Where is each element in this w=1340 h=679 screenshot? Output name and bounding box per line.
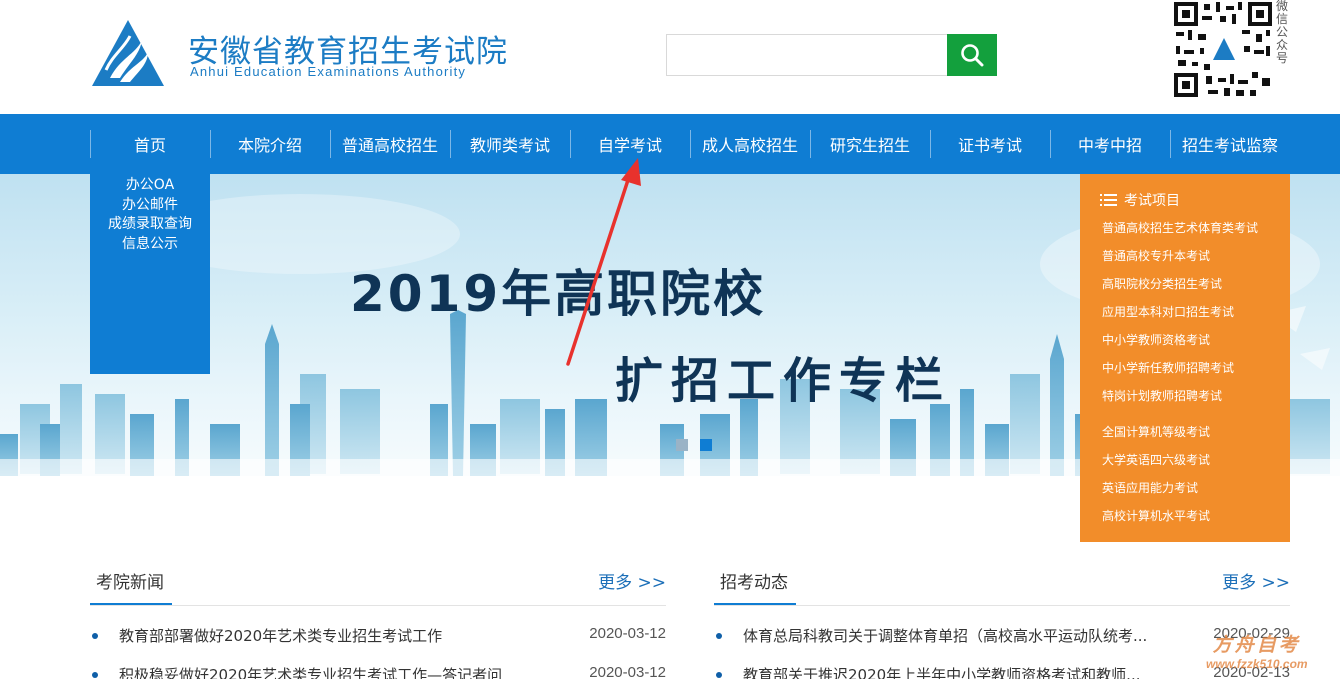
wechat-qr-code-icon (1172, 0, 1274, 99)
admissions-item-title[interactable]: 教育部关于推迟2020年上半年中小学教师资格考试和教师... (743, 664, 1140, 679)
home-dropdown-menu: 办公OA 办公邮件 成绩录取查询 信息公示 (90, 174, 210, 374)
carousel-dot-2-active[interactable] (700, 439, 712, 451)
news-more-link[interactable]: 更多 >> (598, 568, 666, 593)
exam-link-teacher-qualification[interactable]: 中小学教师资格考试 (1102, 331, 1210, 348)
qr-label: 微信公众号 (1276, 0, 1289, 65)
search-button[interactable] (947, 34, 997, 76)
news-title-underline (90, 603, 172, 605)
admissions-item-date: 2020-02-29 (1213, 625, 1290, 642)
nav-divider (90, 130, 91, 158)
list-icon (1100, 194, 1117, 206)
bullet-icon (716, 633, 722, 639)
admissions-more-link[interactable]: 更多 >> (1222, 568, 1290, 593)
exam-panel-heading: 考试项目 (1100, 190, 1180, 210)
dropdown-item-score-query[interactable]: 成绩录取查询 (90, 215, 210, 235)
news-item-date: 2020-03-12 (589, 625, 666, 642)
exam-link-cet[interactable]: 大学英语四六级考试 (1102, 451, 1210, 468)
nav-item-college-admission[interactable]: 普通高校招生 (330, 114, 450, 174)
news-item-title[interactable]: 积极稳妥做好2020年艺术类专业招生考试工作—答记者问 (119, 664, 502, 679)
news-list-item[interactable]: 教育部部署做好2020年艺术类专业招生考试工作 2020-03-12 (90, 623, 666, 647)
dropdown-item-office-oa[interactable]: 办公OA (90, 176, 210, 196)
site-header: 安徽省教育招生考试院 Anhui Education Examinations … (0, 0, 1340, 114)
admissions-section-title[interactable]: 招考动态 (720, 568, 788, 593)
news-list-item[interactable]: 积极稳妥做好2020年艺术类专业招生考试工作—答记者问 2020-03-12 (90, 662, 666, 679)
exam-projects-panel: 考试项目 普通高校招生艺术体育类考试 普通高校专升本考试 高职院校分类招生考试 … (1080, 174, 1290, 542)
nav-item-adult-college[interactable]: 成人高校招生 (690, 114, 810, 174)
nav-item-supervision[interactable]: 招生考试监察 (1170, 114, 1290, 174)
site-subtitle: Anhui Education Examinations Authority (190, 64, 467, 79)
bullet-icon (92, 672, 98, 678)
news-item-title[interactable]: 教育部部署做好2020年艺术类专业招生考试工作 (119, 625, 442, 646)
exam-link-art-sports[interactable]: 普通高校招生艺术体育类考试 (1102, 219, 1258, 236)
exam-panel-heading-label: 考试项目 (1124, 193, 1180, 209)
carousel-dot-1[interactable] (676, 439, 688, 451)
dropdown-item-info-disclosure[interactable]: 信息公示 (90, 235, 210, 255)
exam-link-college-computer[interactable]: 高校计算机水平考试 (1102, 507, 1210, 524)
bullet-icon (716, 672, 722, 678)
search-icon (961, 44, 984, 67)
nav-item-teacher-exam[interactable]: 教师类考试 (450, 114, 570, 174)
nav-item-graduate[interactable]: 研究生招生 (810, 114, 930, 174)
exam-link-applied-bachelor[interactable]: 应用型本科对口招生考试 (1102, 303, 1234, 320)
banner-headline-line2: 扩招工作专栏 (615, 353, 952, 409)
search-box (666, 34, 948, 76)
search-input[interactable] (667, 35, 948, 75)
nav-item-about[interactable]: 本院介绍 (210, 114, 330, 174)
nav-item-middle-school[interactable]: 中考中招 (1050, 114, 1170, 174)
admissions-list-item[interactable]: 体育总局科教司关于调整体育单招（高校高水平运动队统考... 2020-02-29 (714, 623, 1290, 647)
nav-item-self-study-exam[interactable]: 自学考试 (570, 114, 690, 174)
news-divider (90, 605, 666, 606)
banner-headline-line1: 2019年高职院校 (350, 265, 767, 323)
exam-link-upgrade-bachelor[interactable]: 普通高校专升本考试 (1102, 247, 1210, 264)
dropdown-item-office-mail[interactable]: 办公邮件 (90, 196, 210, 216)
bullet-icon (92, 633, 98, 639)
news-section-title[interactable]: 考院新闻 (96, 568, 164, 593)
admissions-divider (714, 605, 1290, 606)
exam-link-vocational-classified[interactable]: 高职院校分类招生考试 (1102, 275, 1222, 292)
news-item-date: 2020-03-12 (589, 664, 666, 679)
admissions-item-title[interactable]: 体育总局科教司关于调整体育单招（高校高水平运动队统考... (743, 625, 1147, 646)
exam-link-new-teacher-recruitment[interactable]: 中小学新任教师招聘考试 (1102, 359, 1234, 376)
nav-item-home[interactable]: 首页 (90, 114, 210, 174)
admissions-list-item[interactable]: 教育部关于推迟2020年上半年中小学教师资格考试和教师... 2020-02-1… (714, 662, 1290, 679)
admissions-item-date: 2020-02-13 (1213, 664, 1290, 679)
exam-link-computer-rank[interactable]: 全国计算机等级考试 (1102, 423, 1210, 440)
admissions-title-underline (714, 603, 796, 605)
exam-link-special-post-teacher[interactable]: 特岗计划教师招聘考试 (1102, 387, 1222, 404)
logo-icon[interactable] (90, 18, 166, 88)
nav-item-certificate-exam[interactable]: 证书考试 (930, 114, 1050, 174)
main-nav: 首页 本院介绍 普通高校招生 教师类考试 自学考试 成人高校招生 研究生招生 证… (0, 114, 1340, 174)
exam-link-english-ability[interactable]: 英语应用能力考试 (1102, 479, 1198, 496)
